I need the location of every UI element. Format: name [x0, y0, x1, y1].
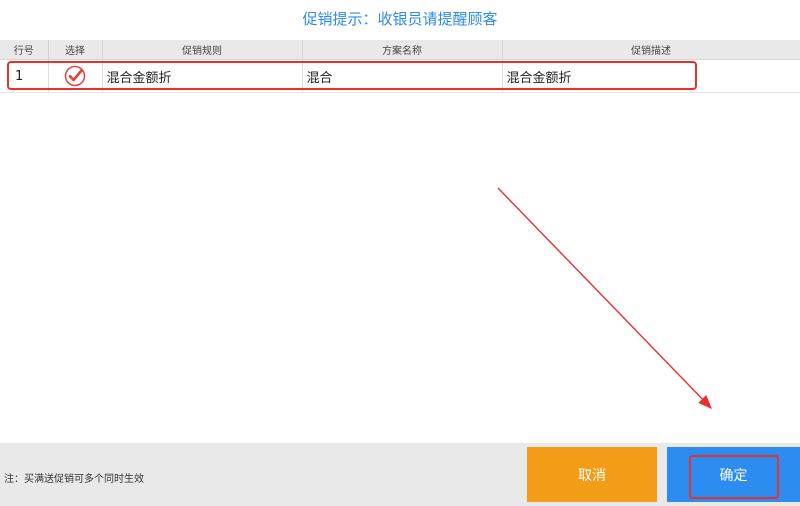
- promotion-table: 行号 选择 促销规则 方案名称 促销描述 1 混合金额折 混合 混合金额折: [0, 40, 800, 93]
- column-header-description: 促销描述: [502, 40, 800, 60]
- column-header-plan-name: 方案名称: [302, 40, 503, 60]
- column-header-rule: 促销规则: [102, 40, 303, 60]
- check-circle-icon[interactable]: [64, 65, 86, 87]
- confirm-button[interactable]: 确定: [667, 447, 800, 502]
- dialog-footer: 注：买满送促销可多个同时生效 取消 确定: [0, 443, 800, 506]
- dialog-title: 促销提示：收银员请提醒顾客: [302, 10, 498, 28]
- footer-note: 注：买满送促销可多个同时生效: [4, 474, 144, 485]
- cell-description: 混合金额折: [502, 59, 800, 93]
- cell-select[interactable]: [48, 59, 103, 93]
- column-header-row-no: 行号: [0, 40, 49, 60]
- cancel-button[interactable]: 取消: [527, 447, 657, 502]
- column-header-select: 选择: [48, 40, 103, 60]
- table-header-row: 行号 选择 促销规则 方案名称 促销描述: [0, 40, 800, 60]
- table-row[interactable]: 1 混合金额折 混合 混合金额折: [0, 59, 800, 93]
- cell-plan-name: 混合: [302, 59, 503, 93]
- cell-row-no: 1: [0, 59, 49, 93]
- cell-rule: 混合金额折: [102, 59, 303, 93]
